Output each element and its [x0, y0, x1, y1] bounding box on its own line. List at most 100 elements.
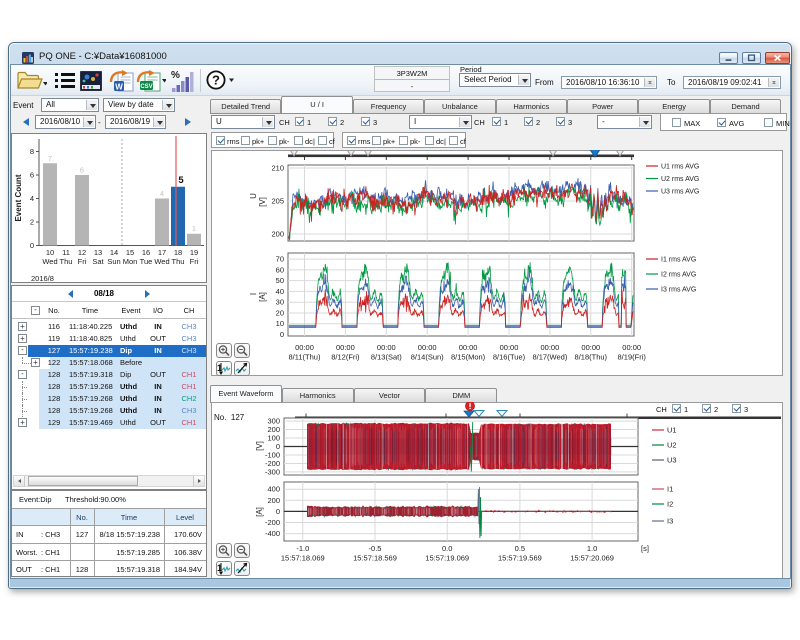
svg-text:00:00: 00:00	[459, 343, 478, 352]
svg-text:10: 10	[46, 248, 54, 257]
svg-text:200: 200	[267, 496, 280, 505]
svg-text:I3: I3	[667, 517, 673, 526]
svg-text:00:00: 00:00	[295, 343, 314, 352]
svg-text:%: %	[171, 70, 180, 81]
svg-text:00:00: 00:00	[622, 343, 641, 352]
svg-text:[A]: [A]	[255, 507, 264, 517]
svg-text:00:00: 00:00	[336, 343, 355, 352]
svg-text:Sun: Sun	[107, 257, 120, 266]
svg-text:0.5: 0.5	[515, 544, 525, 553]
svg-text:?: ?	[212, 73, 220, 88]
svg-text:200: 200	[271, 230, 284, 239]
svg-text:40: 40	[276, 287, 284, 296]
svg-text:15:57:18.569: 15:57:18.569	[353, 554, 397, 563]
svg-text:1.0: 1.0	[587, 544, 597, 553]
svg-text:00:00: 00:00	[418, 343, 437, 352]
svg-text:5: 5	[178, 175, 184, 186]
svg-text:00:00: 00:00	[541, 343, 560, 352]
svg-text:8/16(Tue): 8/16(Tue)	[493, 353, 526, 362]
svg-text:8/19(Fri): 8/19(Fri)	[618, 353, 647, 362]
svg-text:U2 rms AVG: U2 rms AVG	[661, 176, 699, 183]
svg-text:20: 20	[276, 309, 284, 318]
svg-text:0: 0	[30, 241, 34, 250]
svg-text:30: 30	[276, 298, 284, 307]
svg-text:15:57:18.069: 15:57:18.069	[281, 554, 325, 563]
svg-text:7: 7	[48, 154, 52, 163]
svg-text:U3 rms AVG: U3 rms AVG	[661, 189, 699, 196]
svg-text:Wed: Wed	[42, 257, 57, 266]
svg-text:400: 400	[267, 485, 280, 494]
svg-text:-100: -100	[265, 451, 280, 460]
svg-text:13: 13	[94, 248, 102, 257]
svg-text:8/17(Wed): 8/17(Wed)	[532, 353, 567, 362]
svg-text:70: 70	[276, 255, 284, 264]
svg-text:Event Count: Event Count	[14, 174, 23, 221]
svg-text:4: 4	[30, 194, 34, 203]
svg-text:0: 0	[276, 442, 280, 451]
svg-text:0: 0	[276, 507, 280, 516]
svg-text:15:57:19.069: 15:57:19.069	[425, 554, 469, 563]
svg-text:Fri: Fri	[190, 257, 199, 266]
svg-text:[V]: [V]	[258, 197, 267, 207]
svg-text:-200: -200	[265, 518, 280, 527]
svg-text:I1 rms AVG: I1 rms AVG	[661, 257, 696, 264]
svg-text:17: 17	[158, 248, 166, 257]
svg-text:8/14(Sun): 8/14(Sun)	[411, 353, 444, 362]
svg-text:18: 18	[174, 248, 182, 257]
svg-text:14: 14	[110, 248, 118, 257]
svg-text:8/11(Thu): 8/11(Thu)	[289, 353, 321, 362]
svg-text:-200: -200	[265, 459, 280, 468]
svg-text:300: 300	[267, 417, 280, 426]
svg-text:Fri: Fri	[78, 257, 87, 266]
svg-text:10: 10	[276, 319, 284, 328]
svg-text:11: 11	[62, 248, 70, 257]
svg-text:00:00: 00:00	[581, 343, 600, 352]
svg-text:Tue: Tue	[140, 257, 153, 266]
svg-text:4: 4	[160, 189, 164, 198]
svg-text:210: 210	[271, 164, 284, 173]
svg-text:U2: U2	[667, 441, 677, 450]
svg-text:8/15(Mon): 8/15(Mon)	[451, 353, 486, 362]
svg-text:-1.0: -1.0	[296, 544, 309, 553]
svg-text:CSV: CSV	[140, 84, 152, 90]
svg-text:U3: U3	[667, 456, 677, 465]
svg-text:-400: -400	[265, 529, 280, 538]
svg-text:Sat: Sat	[92, 257, 104, 266]
svg-text:15: 15	[126, 248, 134, 257]
svg-text:8: 8	[30, 147, 34, 156]
svg-text:U: U	[249, 193, 258, 199]
svg-text:16: 16	[142, 248, 150, 257]
svg-text:205: 205	[271, 197, 284, 206]
svg-text:1: 1	[192, 224, 196, 233]
svg-text:15:57:19.569: 15:57:19.569	[498, 554, 542, 563]
svg-text:15:57:20.069: 15:57:20.069	[570, 554, 614, 563]
svg-text:I2 rms AVG: I2 rms AVG	[661, 272, 696, 279]
svg-text:[V]: [V]	[255, 441, 264, 451]
svg-text:6: 6	[80, 166, 84, 175]
svg-text:-300: -300	[265, 467, 280, 476]
svg-text:Mon: Mon	[123, 257, 138, 266]
svg-text:I1: I1	[667, 485, 673, 494]
svg-text:2: 2	[30, 218, 34, 227]
svg-text:200: 200	[267, 425, 280, 434]
svg-text:6: 6	[30, 171, 34, 180]
svg-text:Wed: Wed	[154, 257, 169, 266]
svg-text:Thu: Thu	[60, 257, 73, 266]
svg-text:12: 12	[78, 248, 86, 257]
svg-text:100: 100	[267, 434, 280, 443]
svg-text:Thu: Thu	[172, 257, 185, 266]
svg-text:8/13(Sat): 8/13(Sat)	[371, 353, 402, 362]
svg-text:I3 rms AVG: I3 rms AVG	[661, 287, 696, 294]
svg-text:[A]: [A]	[258, 292, 267, 302]
svg-text:19: 19	[190, 248, 198, 257]
svg-text:I2: I2	[667, 500, 673, 509]
svg-text:I: I	[249, 293, 258, 295]
svg-text:00:00: 00:00	[500, 343, 519, 352]
svg-text:W: W	[115, 83, 123, 92]
svg-text:8/18(Thu): 8/18(Thu)	[575, 353, 608, 362]
svg-text:0.0: 0.0	[442, 544, 452, 553]
svg-text:0: 0	[280, 330, 284, 339]
svg-text:[s]: [s]	[641, 544, 649, 553]
svg-text:U1 rms AVG: U1 rms AVG	[661, 164, 699, 171]
svg-text:8/12(Fri): 8/12(Fri)	[331, 353, 360, 362]
